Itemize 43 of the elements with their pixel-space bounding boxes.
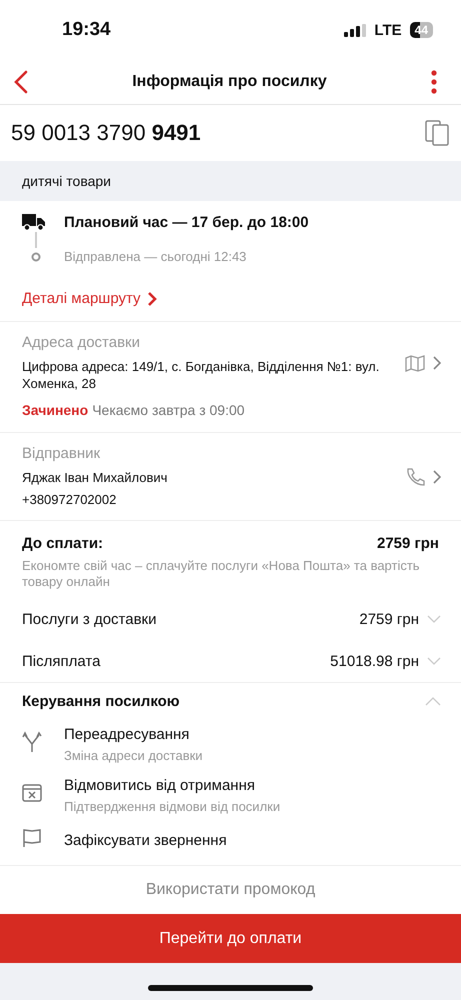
tracking-number: 59 0013 3790 9491 <box>11 120 201 146</box>
payment-amount: 2759 грн <box>376 535 439 552</box>
fork-arrows-icon <box>22 731 42 753</box>
opening-note: Чекаємо завтра з 09:00 <box>92 402 245 418</box>
chevron-right-icon[interactable] <box>433 470 441 484</box>
action-title[interactable]: Переадресування <box>64 726 203 743</box>
timeline-text: Відправлена — сьогодні 12:43 <box>64 249 246 264</box>
section-label: Адреса доставки <box>22 334 142 351</box>
address-text: Цифрова адреса: 149/1, с. Богданівка, Відділення №1: вул. Хоменка, 28 <box>22 358 380 392</box>
sender-phone: +380972702002 <box>22 491 118 508</box>
office-status: Зачинено <box>22 402 88 418</box>
action-title[interactable]: Відмовитись від отримання <box>64 777 280 794</box>
payment-line-amount: 51018.98 грн <box>330 652 419 670</box>
action-title[interactable]: Зафіксувати звернення <box>64 832 227 849</box>
chevron-right-icon[interactable] <box>146 290 157 306</box>
copy-icon[interactable] <box>425 120 449 146</box>
truck-icon <box>22 213 46 231</box>
category-label: дитячі товари <box>22 173 111 189</box>
section-label: Відправник <box>22 445 102 462</box>
section-title: Керування посилкою <box>22 693 180 710</box>
page-title: Інформація про посилку <box>132 73 327 91</box>
more-menu-icon[interactable] <box>430 70 437 94</box>
route-details-link[interactable]: Деталі маршруту <box>22 290 141 307</box>
map-icon[interactable] <box>405 354 425 372</box>
phone-icon[interactable] <box>405 466 425 486</box>
action-subtitle: Зміна адреси доставки <box>64 748 203 763</box>
action-subtitle: Підтвердження відмови від посилки <box>64 799 280 814</box>
network-label: LTE <box>374 22 402 38</box>
pay-button[interactable]: Перейти до оплати <box>0 914 461 963</box>
payment-line-label: Післяплата <box>22 652 100 670</box>
sender-name: Яджак Іван Михайлович <box>22 469 168 486</box>
back-icon[interactable] <box>14 70 28 94</box>
box-cross-icon <box>22 783 42 803</box>
status-time: 19:34 <box>62 19 111 41</box>
flag-icon <box>22 828 42 848</box>
timeline-dot-icon <box>31 252 41 262</box>
payment-line-label: Послуги з доставки <box>22 610 156 628</box>
chevron-right-icon[interactable] <box>433 356 441 370</box>
payment-title: До сплати: <box>22 535 104 552</box>
signal-icon <box>344 24 366 36</box>
payment-line-amount: 2759 грн <box>359 610 419 628</box>
payment-note: Економте свій час – сплачуйте послуги «Нова Пошта» та вартість товару онлайн <box>22 558 421 590</box>
timeline-text: Плановий час — 17 бер. до 18:00 <box>64 214 309 230</box>
